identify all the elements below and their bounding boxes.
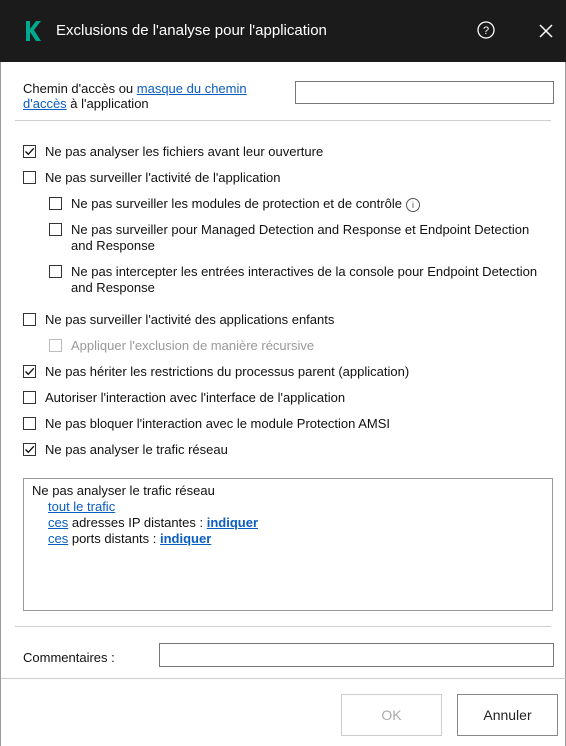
option-no-monitor-activity[interactable]: Ne pas surveiller l'activité de l'applic… xyxy=(23,170,280,186)
checkbox[interactable] xyxy=(23,171,36,184)
option-apply-recursive: Appliquer l'exclusion de manière récursi… xyxy=(49,338,314,354)
traffic-heading: Ne pas analyser le trafic réseau xyxy=(32,483,215,498)
svg-text:?: ? xyxy=(483,25,489,37)
option-label: Ne pas surveiller l'activité des applica… xyxy=(45,312,335,327)
option-label: Ne pas hériter les restrictions du proce… xyxy=(45,364,410,379)
option-label: Ne pas bloquer l'interaction avec le mod… xyxy=(45,416,391,431)
cancel-button[interactable]: Annuler xyxy=(457,694,558,736)
option-label: Ne pas analyser les fichiers avant leur … xyxy=(45,144,324,159)
checkbox[interactable] xyxy=(23,417,36,430)
window-title: Exclusions de l'analyse pour l'applicati… xyxy=(56,22,327,39)
dialog-content: Chemin d'accès ou masque du chemin d'acc… xyxy=(0,62,566,746)
traffic-all-line: tout le trafic xyxy=(32,499,544,515)
option-no-monitor-child-apps[interactable]: Ne pas surveiller l'activité des applica… xyxy=(23,312,334,328)
option-allow-ui-interaction[interactable]: Autoriser l'interaction avec l'interface… xyxy=(23,390,345,406)
option-label: Autoriser l'interaction avec l'interface… xyxy=(45,390,346,405)
path-input[interactable] xyxy=(295,81,554,104)
option-no-intercept-console-input[interactable]: Ne pas intercepter les entrées interacti… xyxy=(49,264,554,296)
checkbox[interactable] xyxy=(23,145,36,158)
kaspersky-logo-icon xyxy=(26,21,41,41)
checkmark-icon xyxy=(25,367,35,376)
ports-text: ports distants : xyxy=(68,531,160,546)
specify-ports-link[interactable]: indiquer xyxy=(160,531,211,546)
specify-ip-link[interactable]: indiquer xyxy=(207,515,258,530)
close-button[interactable] xyxy=(533,18,559,44)
checkbox[interactable] xyxy=(23,313,36,326)
option-label: Ne pas surveiller l'activité de l'applic… xyxy=(45,170,281,185)
option-no-scan-network-traffic[interactable]: Ne pas analyser le trafic réseau xyxy=(23,442,228,458)
option-no-monitor-modules[interactable]: Ne pas surveiller les modules de protect… xyxy=(49,196,420,212)
info-icon[interactable]: i xyxy=(405,197,420,212)
checkbox[interactable] xyxy=(49,197,62,210)
path-label-prefix: Chemin d'accès ou xyxy=(23,81,137,96)
all-traffic-link[interactable]: tout le trafic xyxy=(48,499,115,514)
option-label: Ne pas intercepter les entrées interacti… xyxy=(71,264,538,295)
traffic-ip-line: ces adresses IP distantes : indiquer xyxy=(32,515,544,531)
checkmark-icon xyxy=(25,147,35,156)
option-no-monitor-mdr-edr[interactable]: Ne pas surveiller pour Managed Detection… xyxy=(49,222,554,254)
checkbox xyxy=(49,339,62,352)
option-no-block-amsi[interactable]: Ne pas bloquer l'interaction avec le mod… xyxy=(23,416,390,432)
title-bar: Exclusions de l'analyse pour l'applicati… xyxy=(0,0,566,62)
path-label-suffix: à l'application xyxy=(66,96,149,111)
port-filter-link[interactable]: ces xyxy=(48,531,68,546)
option-skip-scan-on-open[interactable]: Ne pas analyser les fichiers avant leur … xyxy=(23,144,323,160)
footer-separator xyxy=(1,678,566,679)
separator xyxy=(15,120,551,121)
separator xyxy=(15,626,551,627)
comment-label: Commentaires : xyxy=(23,650,115,665)
checkbox[interactable] xyxy=(23,365,36,378)
close-icon xyxy=(539,24,553,38)
checkbox[interactable] xyxy=(23,391,36,404)
checkmark-icon xyxy=(25,445,35,454)
checkbox[interactable] xyxy=(23,443,36,456)
checkbox[interactable] xyxy=(49,223,62,236)
ip-text: adresses IP distantes : xyxy=(68,515,207,530)
ok-button[interactable]: OK xyxy=(341,694,442,736)
comment-input[interactable] xyxy=(159,643,554,667)
checkbox[interactable] xyxy=(49,265,62,278)
help-icon[interactable]: ? xyxy=(476,20,496,40)
option-label: Ne pas analyser le trafic réseau xyxy=(45,442,228,457)
option-no-inherit-restrictions[interactable]: Ne pas hériter les restrictions du proce… xyxy=(23,364,409,380)
option-label: Ne pas surveiller les modules de protect… xyxy=(71,196,420,212)
option-label: Ne pas surveiller pour Managed Detection… xyxy=(71,222,530,253)
ip-filter-link[interactable]: ces xyxy=(48,515,68,530)
traffic-rule-box: Ne pas analyser le trafic réseau tout le… xyxy=(23,478,553,611)
option-label: Appliquer l'exclusion de manière récursi… xyxy=(71,338,315,353)
path-label: Chemin d'accès ou masque du chemin d'acc… xyxy=(23,81,293,111)
traffic-ports-line: ces ports distants : indiquer xyxy=(32,531,544,547)
